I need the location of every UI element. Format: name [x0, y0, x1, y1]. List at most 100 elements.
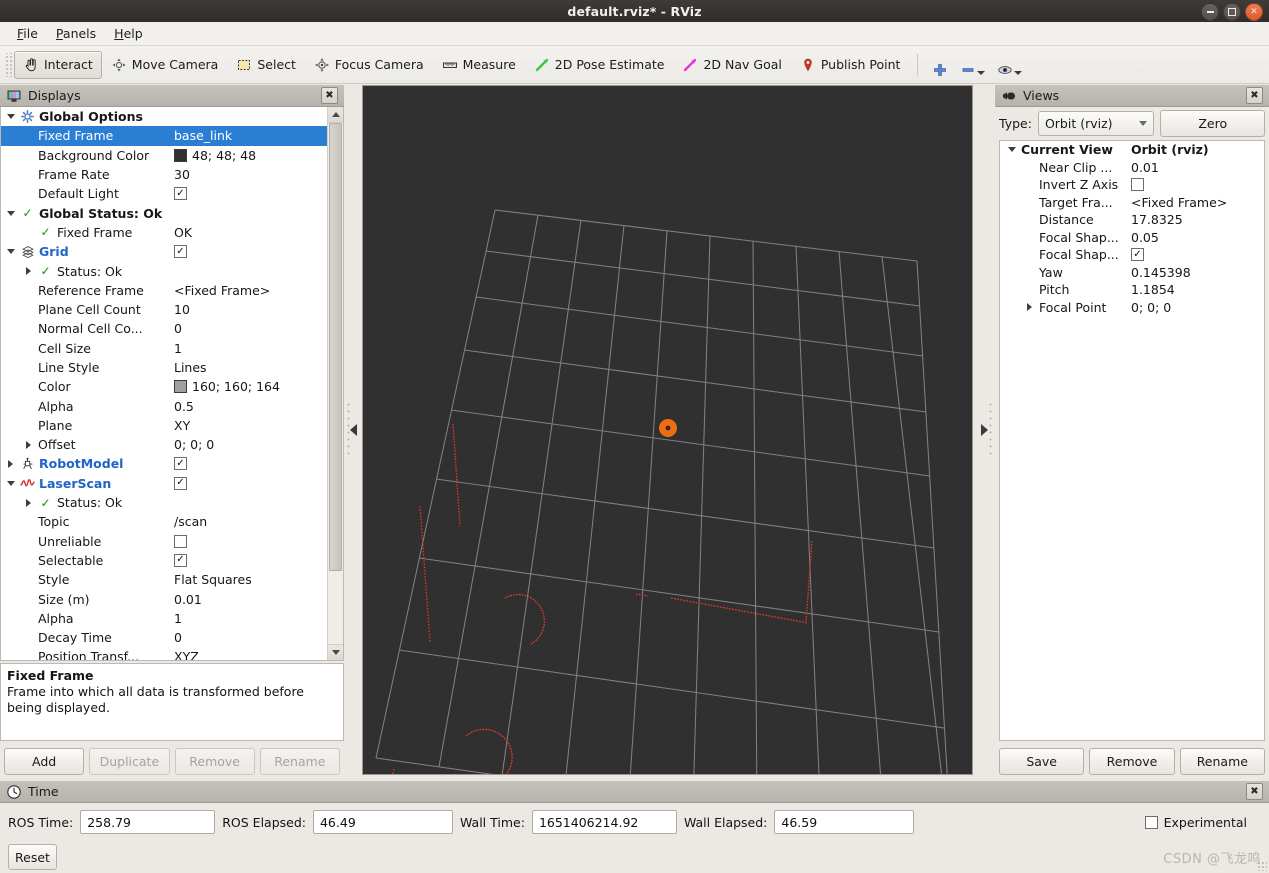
tool-remove-display[interactable]	[954, 52, 991, 78]
tree-row[interactable]: Plane Cell Count 10	[1, 300, 328, 319]
tree-row[interactable]: Distance 17.8325	[1000, 211, 1264, 229]
tool-interact[interactable]: Interact	[14, 50, 102, 79]
tree-row-checkbox[interactable]: ✓	[174, 476, 187, 490]
scroll-down-icon[interactable]	[328, 644, 343, 660]
chevron-down-icon[interactable]	[1014, 70, 1023, 75]
menu-help[interactable]: Help	[105, 23, 152, 44]
tree-row[interactable]: Global Options	[1, 107, 328, 126]
tree-row-value-cell[interactable]: Orbit (rviz)	[1130, 142, 1264, 157]
tree-row-value-cell[interactable]: /scan	[173, 514, 328, 529]
tree-row[interactable]: Grid ✓	[1, 242, 328, 261]
tree-row[interactable]: Reference Frame <Fixed Frame>	[1, 281, 328, 300]
view-type-select[interactable]: Orbit (rviz)	[1037, 111, 1155, 136]
tree-row[interactable]: Plane XY	[1, 416, 328, 435]
menu-file[interactable]: File	[8, 23, 47, 44]
minimize-icon[interactable]	[1201, 3, 1219, 21]
tree-row[interactable]: Position Transf... XYZ	[1, 647, 328, 660]
expander-collapse-icon[interactable]	[5, 210, 16, 216]
tree-row-value-cell[interactable]: ✓	[173, 476, 328, 490]
expander-expand-icon[interactable]	[1024, 303, 1035, 312]
tree-row[interactable]: Offset 0; 0; 0	[1, 435, 328, 454]
tree-row[interactable]: Target Fra... <Fixed Frame>	[1000, 194, 1264, 212]
displays-tree[interactable]: Global Options Fixed Frame base_link Backgr…	[1, 107, 328, 660]
tree-row-value-cell[interactable]: 0.05	[1130, 230, 1264, 245]
tree-row-value-cell[interactable]: ✓	[173, 553, 328, 567]
ros-elapsed-field[interactable]: 46.49	[312, 810, 453, 834]
tree-row[interactable]: Color 160; 160; 164	[1, 377, 328, 396]
tree-row-value-cell[interactable]: 0; 0; 0	[173, 437, 328, 452]
scrollbar-thumb[interactable]	[329, 123, 342, 571]
wall-time-field[interactable]: 1651406214.92	[531, 810, 677, 834]
scroll-up-icon[interactable]	[328, 107, 343, 123]
tree-row-value-cell[interactable]: ✓	[173, 457, 328, 471]
tree-row-value-cell[interactable]: OK	[173, 225, 328, 240]
tree-row-value-cell[interactable]: 0	[173, 321, 328, 336]
displays-close-icon[interactable]: ✖	[321, 87, 338, 104]
tree-row-checkbox[interactable]	[174, 534, 187, 548]
experimental-checkbox[interactable]	[1144, 815, 1158, 829]
remove-button[interactable]: Remove	[1089, 747, 1175, 775]
tree-row-value-cell[interactable]: Flat Squares	[173, 572, 328, 587]
tree-row-value-cell[interactable]: 1	[173, 611, 328, 626]
tool-focus-camera[interactable]: Focus Camera	[305, 51, 433, 79]
tree-row-value-cell[interactable]	[173, 534, 328, 548]
tree-row[interactable]: Focal Shap... 0.05	[1000, 229, 1264, 247]
tree-row-value-cell[interactable]: 48; 48; 48	[173, 148, 328, 163]
expander-collapse-icon[interactable]	[5, 249, 16, 255]
expander-collapse-icon[interactable]	[5, 114, 16, 120]
tree-row-checkbox[interactable]	[1131, 178, 1144, 192]
views-close-icon[interactable]: ✖	[1246, 87, 1263, 104]
tree-row-checkbox[interactable]: ✓	[174, 187, 187, 201]
tree-row[interactable]: Normal Cell Co... 0	[1, 319, 328, 338]
tree-row[interactable]: ✓ Status: Ok	[1, 493, 328, 512]
tree-row-checkbox[interactable]: ✓	[174, 457, 187, 471]
tree-row[interactable]: Frame Rate 30	[1, 165, 328, 184]
ros-time-field[interactable]: 258.79	[80, 810, 216, 834]
tree-row[interactable]: Style Flat Squares	[1, 570, 328, 589]
tree-row[interactable]: Unreliable	[1, 532, 328, 551]
tree-row-value-cell[interactable]: 160; 160; 164	[173, 379, 328, 394]
tool-visibility[interactable]	[991, 52, 1028, 78]
time-close-icon[interactable]: ✖	[1246, 783, 1263, 800]
color-swatch[interactable]	[174, 148, 187, 162]
tool-2d-pose-estimate[interactable]: 2D Pose Estimate	[525, 51, 674, 79]
tool-publish-point[interactable]: Publish Point	[791, 51, 910, 79]
toolbar-grip[interactable]	[4, 52, 12, 77]
tree-row[interactable]: Selectable ✓	[1, 551, 328, 570]
tree-row[interactable]: Cell Size 1	[1, 339, 328, 358]
tool-add-display[interactable]	[926, 52, 954, 78]
tree-row-value-cell[interactable]: 0.145398	[1130, 265, 1264, 280]
tree-row[interactable]: ✓ Global Status: Ok	[1, 203, 328, 222]
tool-2d-nav-goal[interactable]: 2D Nav Goal	[673, 51, 790, 79]
tree-row-value-cell[interactable]: 0; 0; 0	[1130, 300, 1264, 315]
tree-row[interactable]: Focal Point 0; 0; 0	[1000, 299, 1264, 317]
tree-row[interactable]: Near Clip ... 0.01	[1000, 159, 1264, 177]
tree-row-value-cell[interactable]: ✓	[1130, 248, 1264, 262]
tree-row[interactable]: Decay Time 0	[1, 628, 328, 647]
tree-row[interactable]: Line Style Lines	[1, 358, 328, 377]
tree-row-value-cell[interactable]: 10	[173, 302, 328, 317]
save-button[interactable]: Save	[999, 747, 1085, 775]
tree-row-value-cell[interactable]: 17.8325	[1130, 212, 1264, 227]
tree-row[interactable]: Invert Z Axis	[1000, 176, 1264, 194]
maximize-icon[interactable]	[1223, 3, 1241, 21]
tree-row-value-cell[interactable]: ✓	[173, 187, 328, 201]
close-icon[interactable]: ✕	[1245, 3, 1263, 21]
wall-elapsed-field[interactable]: 46.59	[774, 810, 915, 834]
expander-collapse-icon[interactable]	[1006, 147, 1017, 153]
tree-row-value-cell[interactable]: 1	[173, 341, 328, 356]
tree-row[interactable]: RobotModel ✓	[1, 454, 328, 473]
tree-row[interactable]: Alpha 1	[1, 609, 328, 628]
tree-row-value-cell[interactable]: 0.01	[173, 592, 328, 607]
tree-row-checkbox[interactable]: ✓	[174, 245, 187, 259]
tree-row[interactable]: Topic/scan	[1, 512, 328, 531]
tree-row-value-cell[interactable]: 30	[173, 167, 328, 182]
tool-measure[interactable]: Measure	[433, 51, 525, 79]
color-swatch[interactable]	[174, 380, 187, 394]
tree-row[interactable]: Background Color 48; 48; 48	[1, 146, 328, 165]
tree-row-value-cell[interactable]: 1.1854	[1130, 282, 1264, 297]
collapse-left-icon[interactable]	[349, 424, 357, 436]
experimental-toggle[interactable]: Experimental	[1144, 815, 1261, 830]
tree-row[interactable]: Focal Shap... ✓	[1000, 246, 1264, 264]
tree-row[interactable]: LaserScan ✓	[1, 474, 328, 493]
